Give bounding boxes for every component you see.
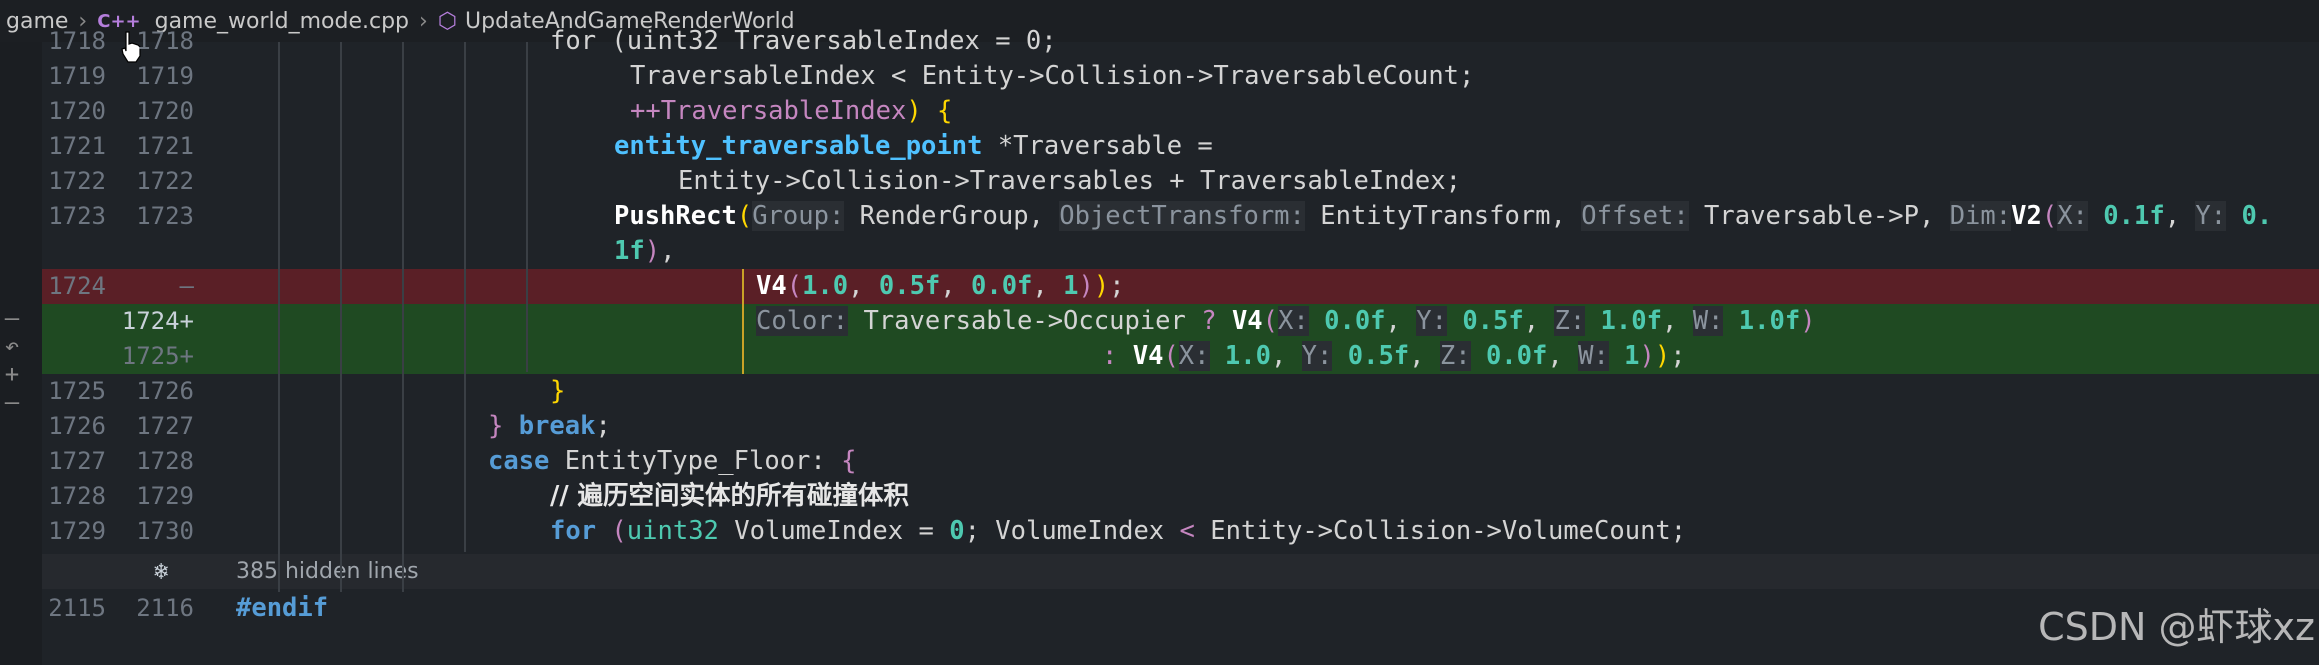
code-text: ++TraversableIndex) {: [630, 94, 952, 129]
code-line: 1722 1722 Entity->Collision->Traversable…: [42, 164, 2319, 199]
new-line-number: 1729: [136, 482, 194, 510]
code-text: TraversableIndex < Entity->Collision->Tr…: [630, 59, 1474, 94]
new-line-number: 1727: [136, 412, 194, 440]
code-token: PushRect: [614, 201, 737, 231]
hidden-lines-bar[interactable]: ❄ 385 hidden lines: [42, 554, 2319, 589]
code-line: 1718 1718 for (uint32 TraversableIndex =…: [42, 24, 2319, 59]
new-line-number: 1721: [136, 132, 194, 160]
hidden-lines-label: 385 hidden lines: [236, 559, 419, 584]
indent-guide: [402, 42, 404, 592]
new-line-number: 1728: [136, 447, 194, 475]
old-line-number: 1721: [48, 132, 106, 160]
new-line-number: 1719: [136, 62, 194, 90]
indent-guide: [526, 42, 528, 372]
code-line: 1726 1727 } break;: [42, 409, 2319, 444]
code-text: } break;: [488, 411, 611, 441]
old-line-number: 1726: [48, 412, 106, 440]
old-line-number: [42, 339, 106, 374]
new-line-number: 1718: [136, 27, 194, 55]
old-line-number: 1719: [48, 62, 106, 90]
code-line: 1720 1720 ++TraversableIndex) {: [42, 94, 2319, 129]
old-line-number: 1728: [48, 482, 106, 510]
code-line: 1723 1723 PushRect(Group: RenderGroup, O…: [42, 199, 2319, 269]
bracket-guide: [742, 269, 744, 374]
old-line-number: [42, 304, 106, 339]
code-text: for (uint32 VolumeIndex = 0; VolumeIndex…: [550, 516, 1687, 546]
new-line-number: 1730: [136, 517, 194, 545]
new-line-number: 1724+: [121, 307, 194, 335]
code-comment: // 遍历空间实体的所有碰撞体积: [550, 481, 910, 511]
indent-guide: [464, 42, 466, 552]
new-line-number: 1722: [136, 167, 194, 195]
indent-guide: [340, 42, 342, 592]
code-text: for (uint32 TraversableIndex = 0;: [550, 26, 1057, 56]
code-token: *Traversable =: [982, 131, 1213, 161]
code-text: entity_traversable_point *Traversable =: [614, 129, 1213, 164]
new-line-number: 1723: [136, 202, 194, 230]
new-line-number: 1725+: [121, 342, 194, 370]
code-line: 1728 1729 // 遍历空间实体的所有碰撞体积: [42, 479, 2319, 514]
old-line-number: 1724: [48, 272, 106, 300]
code-token: ++TraversableIndex: [630, 96, 907, 126]
indent-guide: [278, 42, 280, 592]
code-text: V4(1.0, 0.5f, 0.0f, 1));: [756, 271, 1125, 301]
new-line-number: 2116: [136, 594, 194, 622]
code-line: 1725 1726 }: [42, 374, 2319, 409]
code-token: entity_traversable_point: [614, 131, 983, 161]
code-line: 1729 1730 for (uint32 VolumeIndex = 0; V…: [42, 514, 2319, 549]
old-line-number: 1720: [48, 97, 106, 125]
new-line-number: 1720: [136, 97, 194, 125]
new-line-number: 1726: [136, 377, 194, 405]
code-text: #endif: [236, 593, 329, 623]
old-line-number: 1729: [48, 517, 106, 545]
old-line-number: 1727: [48, 447, 106, 475]
old-line-number: 1723: [48, 202, 106, 230]
code-text: 1f),: [614, 236, 676, 266]
added-line: 1724+ Color: Traversable->Occupier ? V4(…: [42, 304, 2319, 339]
code-line: 1727 1728 case EntityType_Floor: {: [42, 444, 2319, 479]
diff-editor[interactable]: 1718 1718 for (uint32 TraversableIndex =…: [42, 26, 2319, 665]
code-line: 1719 1719 TraversableIndex < Entity->Col…: [42, 59, 2319, 94]
old-line-number: 1718: [48, 27, 106, 55]
code-text: PushRect(Group: RenderGroup, ObjectTrans…: [614, 201, 2273, 231]
removed-marker: —: [179, 272, 194, 300]
code-line: 1721 1721 entity_traversable_point *Trav…: [42, 129, 2319, 164]
code-token: ) {: [906, 96, 953, 126]
revert-change-icon[interactable]: — ↶ + —: [0, 304, 24, 416]
added-line: 1725+ : V4(X: 1.0, Y: 0.5f, Z: 0.0f, W: …: [42, 339, 2319, 374]
code-token: TraversableIndex < Entity->Collision->Tr…: [630, 61, 1475, 91]
code-text: }: [550, 376, 566, 406]
old-line-number: 1725: [48, 377, 106, 405]
code-text: case EntityType_Floor: {: [488, 446, 857, 476]
code-text: Entity->Collision->Traversables + Traver…: [678, 166, 1461, 196]
activity-strip: — ↶ + —: [0, 42, 42, 665]
unfold-icon[interactable]: ❄: [154, 554, 168, 589]
deleted-line: 1724 — V4(1.0, 0.5f, 0.0f, 1));: [42, 269, 2319, 304]
editor-window: game › C++ game_world_mode.cpp › ⬡ Updat…: [0, 0, 2319, 665]
code-line: 2115 2116 #endif: [42, 591, 2319, 626]
code-text: Color: Traversable->Occupier ? V4(X: 0.0…: [756, 306, 1816, 336]
watermark: CSDN @虾球xz: [2038, 605, 2315, 649]
old-line-number: 1722: [48, 167, 106, 195]
old-line-number: 2115: [48, 594, 106, 622]
code-text: : V4(X: 1.0, Y: 0.5f, Z: 0.0f, W: 1));: [1102, 341, 1686, 371]
